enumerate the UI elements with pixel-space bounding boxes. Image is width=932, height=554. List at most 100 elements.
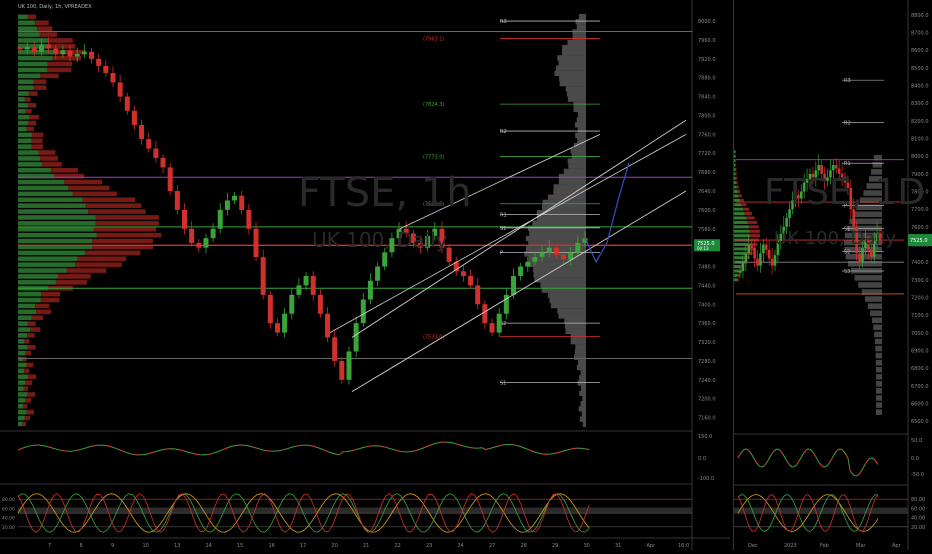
time-axis-tick: 31	[615, 543, 621, 549]
main-chart-svg[interactable]: R3(7963.1)(7824.3)R2(7773.0)(7613.9)R1S1…	[0, 0, 730, 550]
volume-profile-bar	[18, 392, 28, 397]
volume-profile-bar	[26, 126, 34, 132]
volume-profile-bar	[18, 421, 23, 427]
daily-left-profile	[735, 163, 737, 167]
volume-profile-bar	[18, 232, 97, 238]
daily-left-profile	[734, 176, 736, 180]
volume-profile-grey	[570, 339, 586, 345]
volume-profile-grey	[533, 266, 586, 273]
volume-profile-bar	[40, 297, 60, 303]
volume-profile-grey	[536, 215, 586, 221]
candle-body	[289, 294, 295, 314]
volume-profile-bar	[18, 156, 40, 161]
price-axis-tick: 7400.0	[698, 302, 716, 308]
time-axis-tick: 28	[521, 543, 527, 549]
oscillator-tick: 150.0	[698, 434, 712, 440]
price-axis-tick: 7360.0	[698, 321, 716, 327]
volume-profile-bar	[23, 386, 29, 391]
daily-price-tick: 7600.0	[911, 225, 929, 231]
daily-left-profile	[734, 278, 737, 282]
stochastic-tick: 20.00	[2, 525, 15, 531]
volume-profile-bar	[31, 144, 43, 149]
candle-body	[553, 247, 559, 255]
volume-profile-bar	[18, 103, 28, 108]
daily-left-profile	[734, 269, 739, 273]
daily-left-profile	[734, 247, 747, 251]
daily-candle-body	[869, 249, 873, 257]
volume-profile-bar	[18, 280, 56, 285]
volume-profile-grey	[579, 416, 586, 422]
price-axis-tick: 7600.0	[698, 208, 716, 214]
volume-profile-bar	[18, 20, 35, 26]
volume-profile-bar	[18, 138, 32, 144]
main-chart-pane[interactable]: R3 (7963.1) (7824.3) R2 (7773.0) (7613.9) R1 S1…	[0, 0, 730, 550]
volume-profile-grey	[577, 380, 586, 386]
volume-profile-bar	[68, 185, 110, 191]
volume-profile-grey	[540, 282, 586, 288]
volume-profile-bar	[18, 203, 86, 208]
daily-price-tick: 7400.0	[911, 260, 929, 266]
daily-volume-profile	[867, 303, 882, 309]
daily-candle-body	[832, 165, 835, 171]
volume-profile-grey	[565, 323, 586, 329]
volume-profile-bar	[52, 55, 81, 61]
pivot-label: (7533.0)	[423, 334, 444, 340]
volume-profile-bar	[18, 256, 78, 262]
daily-candle-body	[861, 248, 864, 263]
volume-profile-bar	[55, 280, 87, 285]
volume-profile-bar	[18, 291, 42, 297]
watermark-ticker: FTSE, 1h	[298, 170, 472, 216]
daily-left-profile	[743, 207, 750, 211]
volume-profile-bar	[35, 303, 50, 309]
oscillator-tick: -100.0	[698, 476, 714, 482]
daily-candle-body	[747, 244, 751, 254]
daily-volume-profile	[875, 352, 882, 359]
price-axis-tick: 7480.0	[698, 265, 716, 271]
volume-profile-grey	[553, 189, 586, 195]
oscillator-line-bear	[17, 441, 590, 456]
time-axis-tick: 23	[426, 543, 432, 549]
volume-profile-bar	[85, 250, 141, 256]
daily-candle-body	[764, 244, 768, 250]
volume-profile-bar	[36, 26, 53, 31]
daily-left-profile	[734, 212, 745, 216]
time-axis-tick: Apr	[647, 543, 657, 549]
volume-profile-bar	[18, 197, 83, 203]
candle-body	[217, 209, 223, 229]
daily-chart-svg[interactable]: R3R2R1PS1S2S38800.08700.08600.08500.0840…	[734, 0, 932, 550]
volume-profile-grey	[559, 75, 586, 82]
candle-body	[360, 299, 366, 324]
stochastic-tick: 60.00	[2, 506, 15, 512]
volume-profile-bar	[18, 91, 29, 96]
volume-profile-bar	[29, 114, 40, 120]
daily-left-profile	[734, 159, 736, 163]
volume-profile-bar	[18, 185, 69, 191]
volume-profile-bar	[95, 221, 159, 226]
volume-profile-grey	[567, 39, 586, 45]
daily-candle-body	[762, 244, 765, 254]
volume-profile-bar	[40, 73, 59, 79]
daily-left-profile	[739, 198, 744, 202]
daily-stochastic-tick: 60.00	[911, 506, 925, 512]
volume-profile-bar	[28, 91, 38, 96]
daily-left-profile	[734, 181, 737, 185]
candle-body	[139, 124, 145, 140]
daily-left-profile	[734, 167, 736, 171]
daily-time-tick: Feb	[820, 543, 829, 549]
price-axis-tick: 7800.0	[698, 113, 716, 119]
volume-profile-bar	[18, 191, 73, 197]
candle-body	[539, 252, 545, 258]
daily-chart-pane[interactable]: R3 R2 R1 P S1 S2 S3 8800.0 8700.0 8600.0 8500.0 840…	[733, 0, 932, 550]
daily-volume-profile	[854, 275, 882, 281]
daily-left-profile	[735, 159, 737, 163]
volume-profile-bar	[18, 179, 65, 185]
candle-body	[203, 238, 209, 248]
volume-profile-bar	[18, 415, 25, 421]
volume-profile-bar	[18, 339, 25, 344]
daily-left-profile	[734, 229, 750, 233]
daily-candle-body	[759, 253, 762, 266]
daily-oscillator-tick: -50.0	[911, 472, 924, 478]
volume-profile-bar	[25, 108, 32, 114]
volume-profile-bar	[64, 179, 103, 185]
daily-stochastic-tick: 40.00	[911, 516, 925, 522]
